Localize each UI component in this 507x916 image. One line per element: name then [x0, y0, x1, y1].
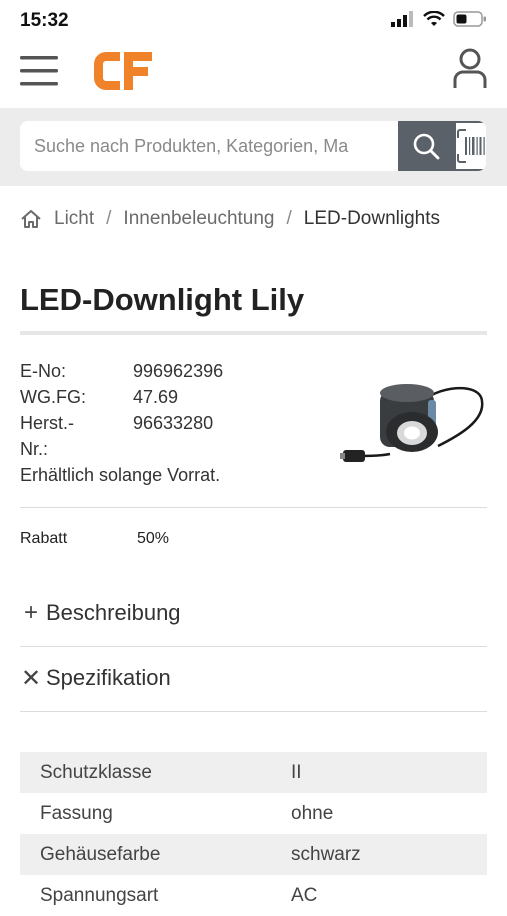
spec-value: AC: [291, 884, 318, 906]
info-key-line2: Nr.:: [20, 439, 49, 459]
user-account-icon[interactable]: [453, 48, 487, 90]
battery-icon: [453, 11, 486, 27]
info-key: Herst.- Nr.:: [20, 410, 133, 462]
breadcrumb-item-licht[interactable]: Licht: [54, 208, 94, 230]
spec-value: schwarz: [291, 834, 487, 875]
section-divider: [20, 507, 487, 508]
table-row: Fassung ohne: [20, 793, 487, 834]
accordion-label: Beschreibung: [46, 600, 181, 625]
info-value: 996962396: [133, 361, 224, 381]
info-row-eno: E-No: 996962396: [20, 358, 320, 384]
breadcrumb-separator: /: [286, 208, 292, 229]
breadcrumb: Licht / Innenbeleuchtung / LED-Downlight…: [20, 206, 440, 232]
spec-name: Schutzklasse: [20, 752, 291, 793]
close-icon: ✕: [20, 664, 42, 692]
info-value: 96633280: [133, 413, 214, 433]
plus-icon: +: [23, 599, 38, 626]
search-icon: [413, 133, 440, 160]
search-button[interactable]: [398, 121, 454, 171]
brand-logo[interactable]: [90, 48, 154, 94]
spec-name: Fassung: [40, 802, 113, 824]
search-input[interactable]: [20, 121, 398, 171]
breadcrumb-separator: /: [106, 208, 112, 229]
breadcrumb-item-innenbeleuchtung[interactable]: Innenbeleuchtung: [123, 208, 274, 230]
availability-status: Erhältlich solange Vorrat.: [20, 465, 221, 485]
search-bar-area: [0, 108, 507, 186]
table-row: Spannungsart AC: [20, 875, 487, 916]
title-divider: [20, 331, 487, 335]
accordion-beschreibung[interactable]: + Beschreibung: [20, 588, 487, 638]
hamburger-menu-icon[interactable]: [20, 54, 58, 88]
home-icon[interactable]: [20, 209, 42, 229]
info-key: WG.FG:: [20, 387, 86, 407]
accordion-label: Spezifikation: [46, 665, 171, 690]
app-header: [0, 40, 507, 108]
status-bar: 15:32: [0, 0, 507, 40]
info-key: E-No:: [20, 361, 67, 381]
info-key-line1: Herst.-: [20, 413, 74, 433]
info-row-herst-nr: Herst.- Nr.: 96633280: [20, 410, 320, 462]
signal-icon: [391, 11, 413, 27]
section-divider: [20, 646, 487, 647]
section-divider: [20, 711, 487, 712]
status-time: 15:32: [20, 10, 69, 31]
barcode-scanner-icon: [457, 129, 486, 163]
product-image[interactable]: [340, 376, 490, 476]
spec-value: ohne: [291, 802, 334, 824]
status-icons: [391, 11, 487, 27]
accordion-spezifikation[interactable]: ✕ Spezifikation: [20, 653, 487, 703]
info-value: 47.69: [133, 387, 179, 407]
table-row: Gehäusefarbe schwarz: [20, 834, 487, 875]
breadcrumb-item-current[interactable]: LED-Downlights: [304, 208, 440, 230]
discount-value: 50%: [137, 530, 170, 547]
product-info: E-No: 996962396 WG.FG: 47.69 Herst.- Nr.:…: [20, 358, 320, 488]
barcode-scan-button[interactable]: [454, 121, 486, 171]
search-box: [20, 121, 486, 171]
product-title: LED-Downlight Lily: [20, 282, 305, 317]
specification-table: Schutzklasse II Fassung ohne Gehäusefarb…: [20, 752, 487, 916]
spec-value: II: [291, 752, 487, 793]
discount-label: Rabatt: [20, 530, 68, 547]
info-row-wgfg: WG.FG: 47.69: [20, 384, 320, 410]
wifi-icon: [423, 11, 445, 26]
spec-name: Spannungsart: [40, 884, 159, 906]
table-row: Schutzklasse II: [20, 752, 487, 793]
spec-name: Gehäusefarbe: [20, 834, 291, 875]
discount-row: Rabatt 50%: [20, 530, 169, 548]
